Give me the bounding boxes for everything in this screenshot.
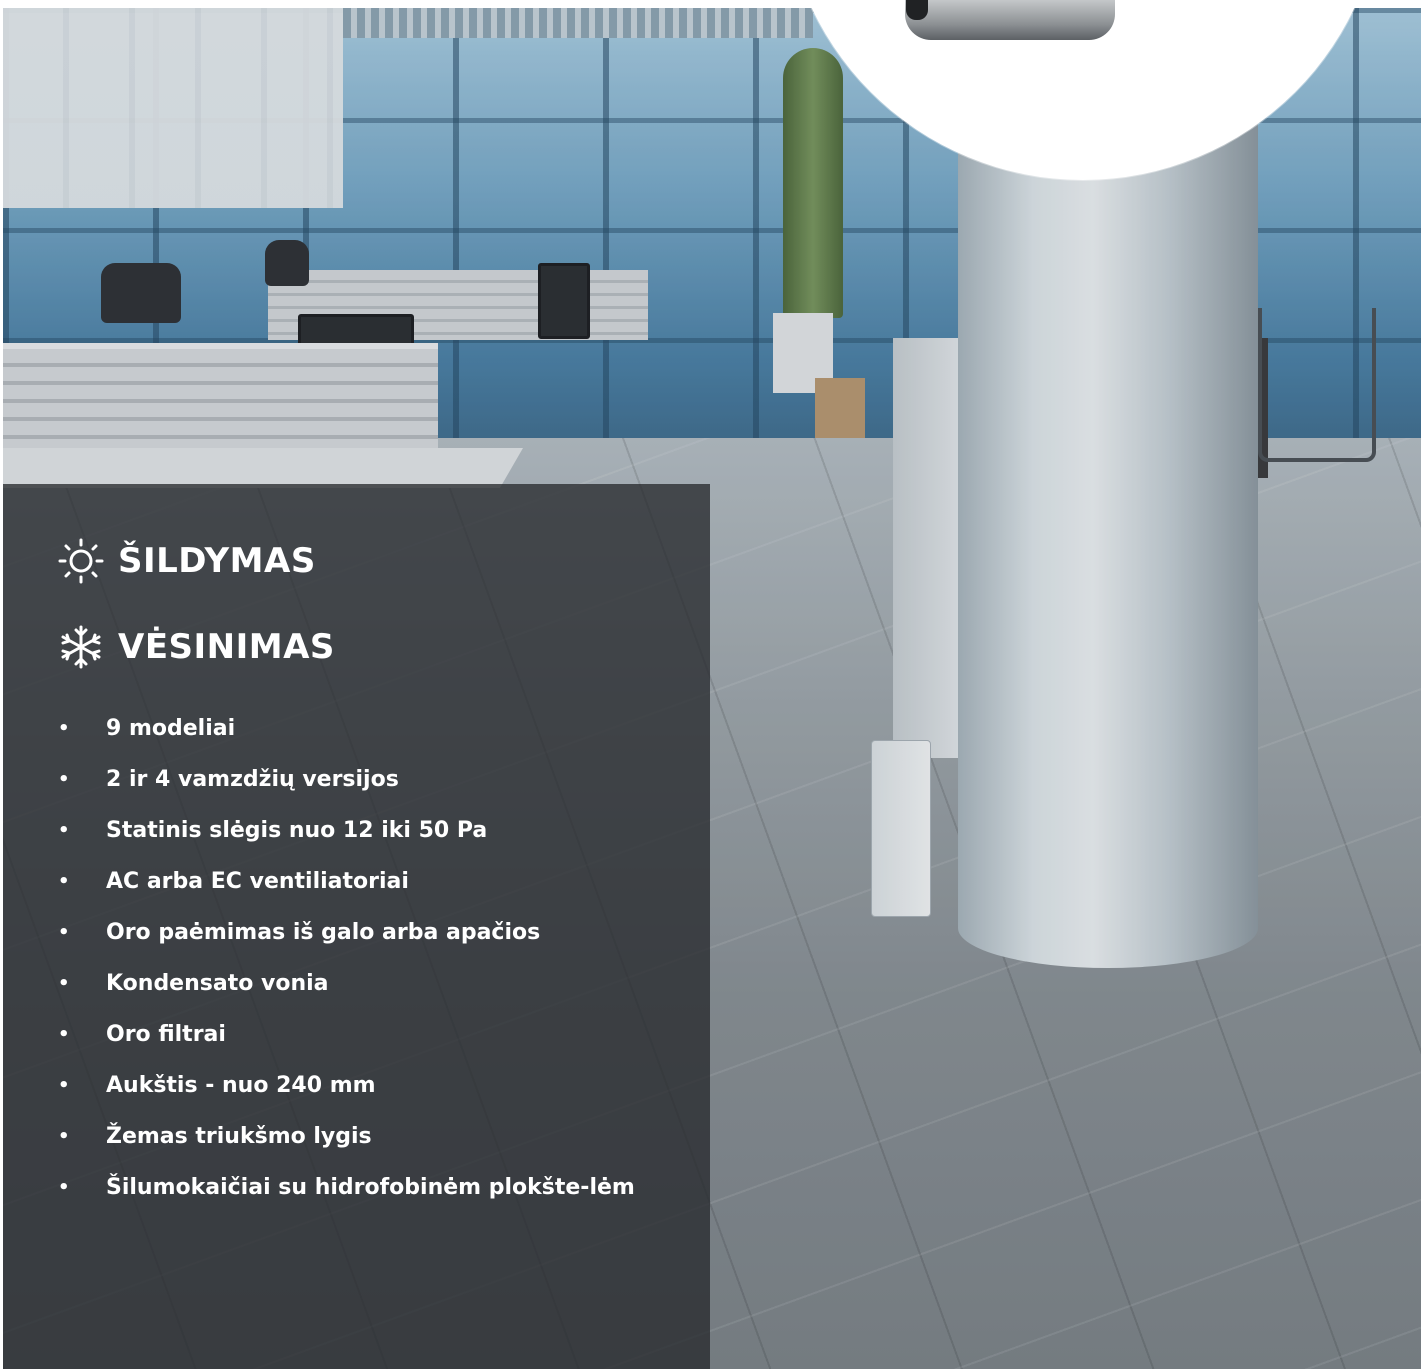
list-item: • 9 modeliai: [58, 716, 648, 742]
feature-text: Žemas triukšmo lygis: [106, 1124, 372, 1149]
list-item: • Aukštis - nuo 240 mm: [58, 1073, 648, 1099]
list-item: • 2 ir 4 vamzdžių versijos: [58, 767, 648, 793]
feature-text: Oro filtrai: [106, 1022, 226, 1047]
feature-text: AC arba EC ventiliatoriai: [106, 869, 409, 894]
bullet-point: •: [58, 973, 70, 994]
list-item: • Statinis slėgis nuo 12 iki 50 Pa: [58, 818, 648, 844]
list-item: • Oro filtrai: [58, 1022, 648, 1048]
bullet-point: •: [58, 769, 70, 790]
fan-coil-connector: [906, 0, 928, 20]
feature-text: Kondensato vonia: [106, 971, 329, 996]
bullet-point: •: [58, 1126, 70, 1147]
list-item: • Kondensato vonia: [58, 971, 648, 997]
bullet-point: •: [58, 820, 70, 841]
feature-text: Aukštis - nuo 240 mm: [106, 1073, 376, 1098]
list-item: • Žemas triukšmo lygis: [58, 1124, 648, 1150]
sun-icon: [58, 538, 104, 584]
fan-coil-unit-image: [905, 0, 1115, 40]
bullet-point: •: [58, 871, 70, 892]
cooling-heading: VĖSINIMAS: [58, 624, 335, 670]
heating-heading: ŠILDYMAS: [58, 538, 316, 584]
feature-list: • 9 modeliai • 2 ir 4 vamzdžių versijos …: [58, 716, 648, 1226]
list-item: • Šilumokaičiai su hidrofobinėm plokšte-…: [58, 1175, 648, 1201]
bullet-point: •: [58, 1177, 70, 1198]
bullet-point: •: [58, 718, 70, 739]
bullet-point: •: [58, 1024, 70, 1045]
feature-text: 9 modeliai: [106, 716, 236, 741]
cooling-title: VĖSINIMAS: [118, 627, 335, 667]
list-item: • AC arba EC ventiliatoriai: [58, 869, 648, 895]
feature-text: Oro paėmimas iš galo arba apačios: [106, 920, 541, 945]
snowflake-icon: [61, 625, 101, 669]
list-item: • Oro paėmimas iš galo arba apačios: [58, 920, 648, 946]
feature-text: Statinis slėgis nuo 12 iki 50 Pa: [106, 818, 488, 843]
heating-title: ŠILDYMAS: [118, 541, 316, 581]
bullet-point: •: [58, 922, 70, 943]
feature-text: Šilumokaičiai su hidrofobinėm plokšte-lė…: [106, 1175, 635, 1200]
feature-text: 2 ir 4 vamzdžių versijos: [106, 767, 399, 792]
bullet-point: •: [58, 1075, 70, 1096]
